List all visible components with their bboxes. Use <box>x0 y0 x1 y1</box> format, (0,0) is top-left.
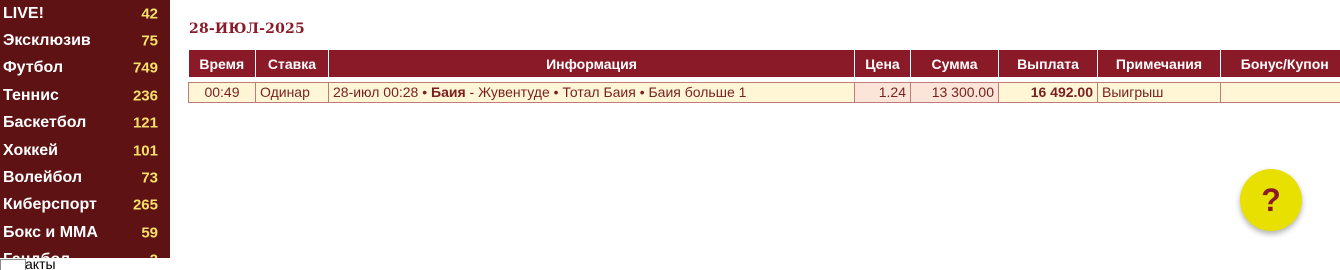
cell-note: Выигрыш <box>1097 81 1221 103</box>
sidebar-item-count: 121 <box>132 114 158 132</box>
sidebar-item-count: 749 <box>132 59 158 77</box>
col-header-time: Время <box>188 50 256 77</box>
help-button[interactable]: ? <box>1240 169 1302 231</box>
bets-table: Время Ставка Информация Цена Сумма Выпла… <box>188 50 1340 103</box>
cell-bonus <box>1220 81 1340 103</box>
sidebar-item-count: 73 <box>141 169 158 187</box>
sidebar-item-live[interactable]: LIVE! 42 <box>0 0 170 27</box>
info-prefix: 28-июл 00:28 • <box>333 84 432 100</box>
col-header-bet: Ставка <box>255 50 329 77</box>
sidebar-footer-link[interactable]: акты <box>25 258 56 270</box>
table-row[interactable]: 00:49 Одинар 28-июл 00:28 • Баия - Жувен… <box>188 81 1340 103</box>
sidebar-footer: акты <box>0 258 170 270</box>
col-header-price: Цена <box>854 50 911 77</box>
table-header-row: Время Ставка Информация Цена Сумма Выпла… <box>188 50 1340 77</box>
sidebar-item-tennis[interactable]: Теннис 236 <box>0 82 170 109</box>
sidebar-item-boxing-mma[interactable]: Бокс и ММА 59 <box>0 219 170 246</box>
col-header-info: Информация <box>328 50 855 77</box>
col-header-payout: Выплата <box>998 50 1098 77</box>
sidebar-item-count: 42 <box>141 5 158 23</box>
sidebar-item-label: Теннис <box>3 86 59 104</box>
col-header-notes: Примечания <box>1097 50 1221 77</box>
cell-sum: 13 300.00 <box>910 81 999 103</box>
sidebar-item-hockey[interactable]: Хоккей 101 <box>0 137 170 164</box>
sidebar-item-label: LIVE! <box>3 4 44 22</box>
sidebar-item-count: 265 <box>132 196 158 214</box>
cell-payout: 16 492.00 <box>998 81 1098 103</box>
info-team: Баия <box>431 84 466 100</box>
sidebar-item-volleyball[interactable]: Волейбол 73 <box>0 164 170 191</box>
sidebar-item-exclusive[interactable]: Эксклюзив 75 <box>0 27 170 54</box>
sidebar-item-football[interactable]: Футбол 749 <box>0 55 170 82</box>
sidebar-item-label: Волейбол <box>3 169 83 187</box>
sidebar-item-esports[interactable]: Киберспорт 265 <box>0 192 170 219</box>
sidebar-item-label: Баскетбол <box>3 114 87 132</box>
question-mark-icon: ? <box>1261 181 1281 218</box>
sidebar-item-count: 75 <box>141 32 158 50</box>
sidebar: LIVE! 42 Эксклюзив 75 Футбол 749 Теннис … <box>0 0 170 270</box>
sidebar-footer-box <box>0 259 26 270</box>
sidebar-item-label: Эксклюзив <box>3 32 91 50</box>
cell-bet-type: Одинар <box>255 81 329 103</box>
cell-info: 28-июл 00:28 • Баия - Жувентуде • Тотал … <box>328 81 855 103</box>
sidebar-item-label: Футбол <box>3 59 64 77</box>
sidebar-item-count: 59 <box>141 224 158 242</box>
sidebar-item-label: Хоккей <box>3 141 58 159</box>
info-rest: - Жувентуде • Тотал Баия • Баия больше 1 <box>465 84 747 100</box>
sidebar-item-label: Киберспорт <box>3 196 97 214</box>
col-header-sum: Сумма <box>910 50 999 77</box>
cell-price: 1.24 <box>854 81 911 103</box>
cell-time: 00:49 <box>188 81 256 103</box>
sidebar-item-count: 101 <box>132 142 158 160</box>
sidebar-item-basketball[interactable]: Баскетбол 121 <box>0 110 170 137</box>
sidebar-item-count: 236 <box>132 87 158 105</box>
date-header: 28-ИЮЛ-2025 <box>189 21 305 37</box>
sidebar-item-label: Бокс и ММА <box>3 223 98 241</box>
col-header-bonus: Бонус/Купон <box>1220 50 1340 77</box>
